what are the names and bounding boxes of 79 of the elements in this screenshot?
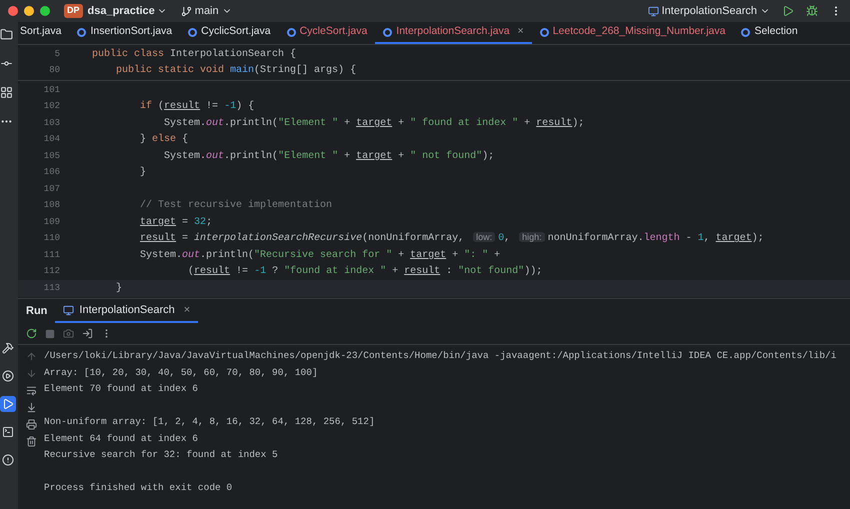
code-line: // Test recursive implementation — [139, 198, 332, 214]
line-number: 108 — [42, 199, 61, 212]
minimize-window-icon[interactable] — [24, 6, 34, 16]
class-icon — [286, 28, 296, 36]
line-number: 103 — [42, 116, 61, 130]
hammer-icon[interactable] — [0, 340, 16, 356]
console-line: Element 64 found at index 6 — [44, 432, 198, 446]
line-number: 105 — [42, 150, 61, 162]
folder-icon[interactable] — [0, 28, 13, 41]
services-icon[interactable] — [0, 368, 16, 384]
maximize-window-icon[interactable] — [40, 6, 50, 16]
soft-wrap-icon[interactable] — [26, 385, 36, 396]
code-line: } else { — [139, 132, 188, 148]
class-icon — [540, 28, 549, 36]
close-tab-icon[interactable]: × — [518, 24, 524, 40]
editor-tab[interactable]: InterpolationSearch.java × — [375, 22, 532, 44]
code-line: System.out.println("Element " + target + " not found"); — [163, 150, 494, 164]
line-number: 110 — [42, 232, 61, 245]
run-icon[interactable] — [0, 396, 16, 412]
console-line: /Users/loki/Library/Java/JavaVirtualMachines/openjdk-23/Contents/Home/bin/java -javaagent:/Applications/IntelliJ IDEA CE.app/Contents/lib/i — [44, 349, 836, 363]
line-number: 107 — [42, 182, 61, 196]
console-line: Array: [10, 20, 30, 40, 50, 60, 70, 80, 90, 100] — [44, 366, 318, 380]
class-icon — [383, 28, 392, 36]
run-tab[interactable]: InterpolationSearch × — [55, 299, 198, 323]
class-icon — [77, 28, 86, 36]
line-number: 111 — [42, 248, 61, 262]
code-line: target = 32; — [139, 216, 212, 230]
configuration-icon — [648, 6, 659, 16]
code-line: System.out.println("Element " + target + " found at index " + result); — [163, 116, 584, 131]
editor-tab[interactable]: Leetcode_268_Missing_Number.java — [532, 22, 734, 44]
line-number: 101 — [42, 84, 61, 96]
panel-title: Run — [25, 304, 48, 319]
structure-icon[interactable] — [0, 86, 13, 99]
scroll-to-end-icon[interactable] — [26, 402, 36, 413]
close-tab-icon[interactable]: × — [184, 302, 190, 318]
line-number: 104 — [42, 133, 61, 146]
console-icon — [63, 304, 74, 316]
class-icon — [188, 28, 198, 36]
line-number: 80 — [48, 64, 61, 77]
editor-tab[interactable]: CycleSort.java — [278, 22, 376, 44]
console-line: Element 70 found at index 6 — [44, 382, 198, 396]
exit-icon[interactable] — [82, 328, 93, 339]
debug-icon[interactable] — [806, 5, 818, 17]
code-line: result = interpolationSearchRecursive(nonUniformArray, low: 0, high: nonUniformArray.length - 1, target); — [139, 231, 764, 246]
stop-icon[interactable] — [45, 328, 55, 338]
close-window-icon[interactable] — [8, 6, 18, 16]
line-number: 102 — [42, 100, 61, 113]
line-number: 109 — [42, 216, 61, 228]
console-line: Recursive search for 32: found at index 5 — [44, 448, 278, 462]
branch-selector[interactable]: main — [180, 2, 232, 20]
line-number: 113 — [42, 282, 61, 294]
code-line: if (result != -1) { — [139, 100, 254, 114]
class-icon — [741, 28, 750, 36]
problems-icon[interactable] — [0, 452, 16, 468]
editor-tab[interactable]: Sort.java — [18, 22, 70, 44]
camera-icon[interactable] — [63, 328, 74, 339]
console-line: Process finished with exit code 0 — [44, 481, 232, 495]
run-icon[interactable] — [782, 5, 794, 17]
line-number: 112 — [42, 265, 61, 278]
project-selector[interactable]: dsa_practice — [88, 2, 167, 20]
code-line: (result != -1 ? "found at index " + result : "not found")); — [187, 264, 542, 280]
editor-tab[interactable]: InsertionSort.java — [69, 22, 180, 44]
code-line: } — [139, 166, 146, 180]
line-number: 5 — [54, 48, 61, 60]
branch-icon — [180, 6, 192, 16]
code-line: System.out.println("Recursive search for " + target + ": " + — [139, 248, 500, 263]
editor-tab[interactable]: Selection — [733, 22, 806, 44]
terminal-icon[interactable] — [0, 424, 16, 440]
code-line: public static void main(String[] args) { — [115, 64, 356, 78]
code-line: } — [115, 282, 122, 296]
run-configuration-selector[interactable]: InterpolationSearch — [648, 2, 770, 20]
project-badge: DP — [64, 4, 83, 18]
print-icon[interactable] — [26, 419, 36, 430]
editor-tab[interactable]: CyclicSort.java — [180, 22, 279, 44]
line-number: 106 — [42, 166, 61, 179]
console-line: Non-uniform array: [1, 2, 4, 8, 16, 32, 64, 128, 256, 512] — [44, 415, 375, 429]
code-line: public class InterpolationSearch { — [92, 48, 296, 62]
trash-icon[interactable] — [26, 436, 36, 447]
rerun-icon[interactable] — [26, 328, 37, 339]
